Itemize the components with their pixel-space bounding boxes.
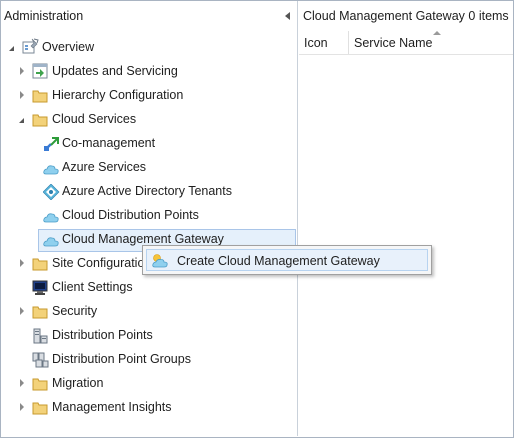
column-header-service-name[interactable]: Service Name: [354, 31, 504, 55]
tree-item-label: Updates and Servicing: [52, 64, 178, 78]
updates-icon: [32, 63, 49, 79]
tree-item-label: Cloud Distribution Points: [62, 208, 199, 222]
tree-item-label: Azure Services: [62, 160, 147, 174]
client-settings-icon: [32, 280, 49, 296]
distribution-point-group-icon: [32, 352, 49, 368]
tree-item-label: Cloud Services: [52, 112, 137, 126]
nav-header: Administration: [1, 1, 298, 31]
tree-item-label: Hierarchy Configuration: [52, 88, 184, 102]
co-management-icon: [43, 136, 60, 152]
results-pane: Cloud Management Gateway 0 items Icon Se…: [299, 1, 513, 436]
aad-icon: [43, 184, 60, 200]
menu-item-label: Create Cloud Management Gateway: [177, 254, 380, 268]
cloud-icon: [43, 209, 60, 225]
results-item-count: 0 items: [468, 9, 509, 23]
collapsed-arrow-icon[interactable]: [17, 66, 27, 76]
tree-item-label: Overview: [42, 40, 95, 54]
folder-icon: [32, 88, 49, 104]
collapse-pane-icon[interactable]: [285, 12, 290, 20]
column-header-icon[interactable]: Icon: [304, 31, 348, 55]
collapsed-arrow-icon[interactable]: [17, 378, 27, 388]
collapsed-arrow-icon[interactable]: [17, 258, 27, 268]
menu-item-create-cloud-management-gateway[interactable]: Create Cloud Management Gateway: [146, 249, 428, 271]
tree-item-label: Client Settings: [52, 280, 133, 294]
folder-icon: [32, 112, 49, 128]
column-divider[interactable]: [348, 31, 349, 54]
collapsed-arrow-icon[interactable]: [17, 306, 27, 316]
distribution-point-icon: [32, 328, 49, 344]
folder-icon: [32, 256, 49, 272]
cloud-icon: [43, 161, 60, 177]
tree-item-label: Cloud Management Gateway: [62, 232, 224, 246]
column-header-row: Icon Service Name: [299, 31, 513, 55]
collapsed-arrow-icon[interactable]: [17, 90, 27, 100]
folder-icon: [32, 376, 49, 392]
folder-icon: [32, 400, 49, 416]
tree-item-label: Management Insights: [52, 400, 172, 414]
navigation-pane: Administration Overview Updates and Serv…: [1, 1, 298, 436]
create-cmg-icon: [151, 253, 169, 268]
sort-ascending-icon: [433, 31, 441, 35]
tree-item-label: Security: [52, 304, 98, 318]
tree-item-label: Co-management: [62, 136, 156, 150]
context-menu: Create Cloud Management Gateway: [142, 245, 432, 275]
tree-item-label: Site Configuration: [52, 256, 152, 270]
collapsed-arrow-icon[interactable]: [17, 402, 27, 412]
tree-item-label: Azure Active Directory Tenants: [62, 184, 232, 198]
results-title: Cloud Management Gateway 0 items: [303, 9, 509, 23]
results-node-name: Cloud Management Gateway: [303, 9, 465, 23]
overview-icon: [22, 38, 39, 54]
tree-item-label: Distribution Point Groups: [52, 352, 191, 366]
tree-item-label: Distribution Points: [52, 328, 153, 342]
workspace-title: Administration: [4, 9, 84, 23]
cloud-icon: [43, 233, 60, 249]
tree-item-label: Migration: [52, 376, 104, 390]
expanded-arrow-icon[interactable]: [7, 42, 17, 52]
folder-icon: [32, 304, 49, 320]
expanded-arrow-icon[interactable]: [17, 114, 27, 124]
